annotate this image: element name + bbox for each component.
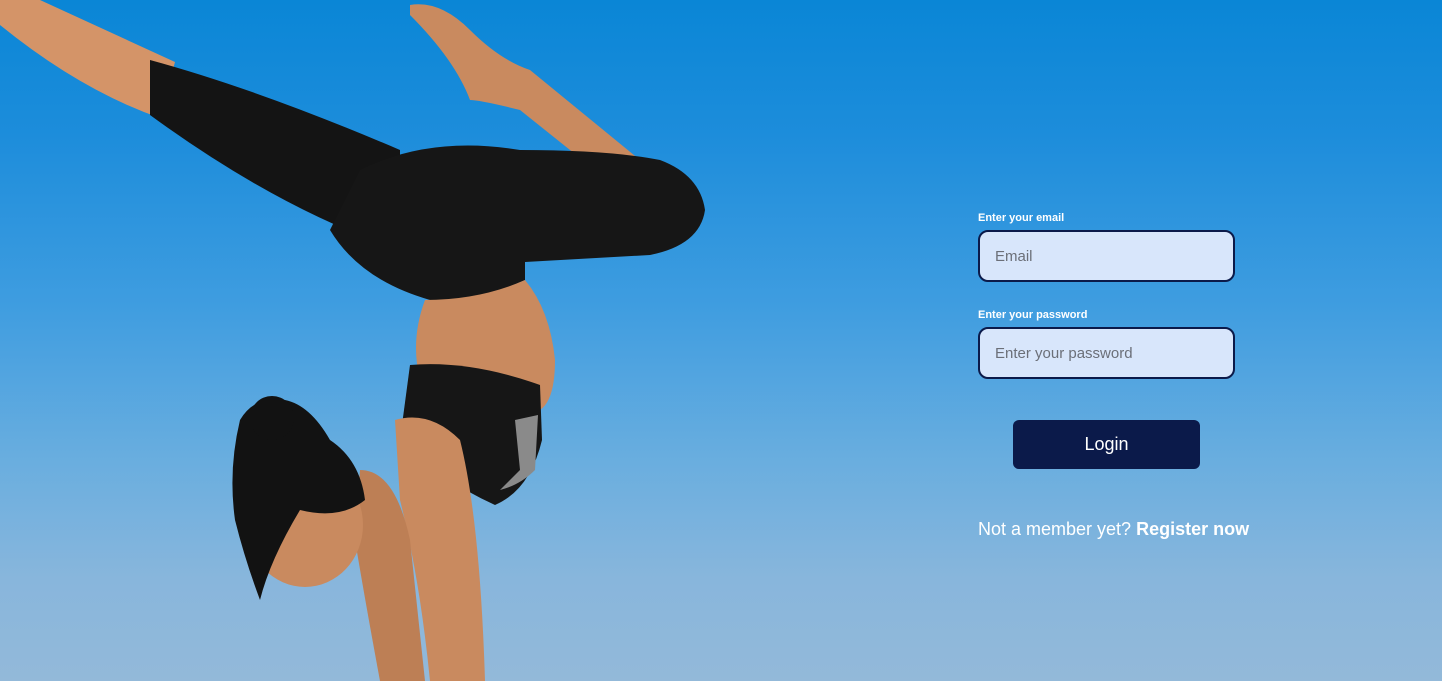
password-input[interactable]	[978, 327, 1235, 379]
login-form: Enter your email Enter your password Log…	[978, 212, 1249, 540]
register-now-link[interactable]: Register now	[1136, 519, 1249, 539]
email-field-group: Enter your email	[978, 212, 1238, 282]
password-label: Enter your password	[978, 309, 1088, 321]
yoga-handstand-photo	[0, 0, 705, 681]
login-page: Enter your email Enter your password Log…	[0, 0, 1442, 681]
register-prompt-line: Not a member yet? Register now	[978, 519, 1249, 540]
password-field-group: Enter your password	[978, 309, 1238, 379]
login-button[interactable]: Login	[1013, 420, 1200, 469]
email-label: Enter your email	[978, 212, 1065, 224]
email-input[interactable]	[978, 230, 1235, 282]
register-prompt-text: Not a member yet?	[978, 519, 1132, 539]
